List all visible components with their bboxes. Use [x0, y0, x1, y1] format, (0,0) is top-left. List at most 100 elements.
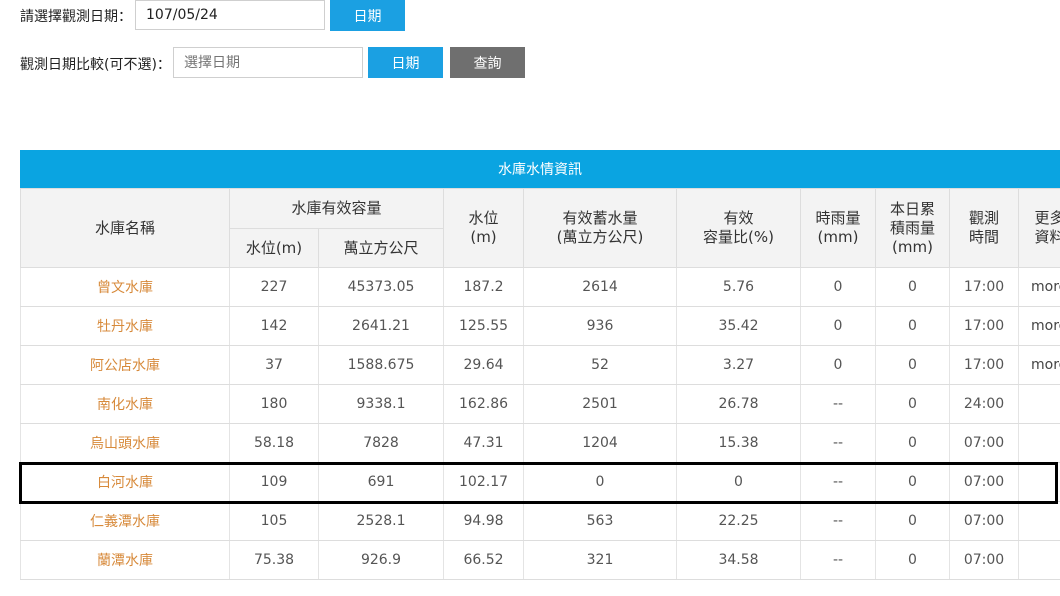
capacity-ratio-cell: 22.25: [676, 501, 802, 541]
header-hourly-rain: 時雨量 (mm): [800, 188, 877, 268]
water-level-cell: 187.2: [443, 267, 525, 307]
capacity-ratio-cell: 34.58: [676, 540, 802, 580]
daily-rain-cell: 0: [875, 345, 951, 385]
water-level-cell: 66.52: [443, 540, 525, 580]
more-link-cell: [1018, 501, 1060, 541]
reservoir-name-cell[interactable]: 阿公店水庫: [20, 345, 230, 385]
cap-level-cell: 180: [229, 384, 319, 424]
daily-rain-cell: 0: [875, 267, 951, 307]
water-level-cell: 102.17: [443, 462, 525, 502]
table-row: 仁義潭水庫 105 2528.1 94.98 563 22.25 -- 0 07:00: [20, 501, 1060, 541]
water-level-cell: 162.86: [443, 384, 525, 424]
storage-cell: 563: [523, 501, 678, 541]
date-picker-button[interactable]: 日期: [330, 0, 405, 31]
cap-volume-cell: 2528.1: [317, 501, 445, 541]
header-cap-level: 水位(m): [229, 228, 319, 268]
cap-volume-cell: 926.9: [317, 540, 445, 580]
daily-rain-cell: 0: [875, 540, 951, 580]
cap-volume-cell: 691: [317, 462, 445, 502]
hourly-rain-cell: 0: [800, 345, 877, 385]
water-level-cell: 125.55: [443, 306, 525, 346]
date-input[interactable]: [135, 0, 325, 30]
observe-time-cell: 17:00: [949, 306, 1020, 346]
cap-volume-cell: 7828: [317, 423, 445, 463]
table-row: 白河水庫 109 691 102.17 0 0 -- 0 07:00: [20, 462, 1060, 502]
capacity-ratio-cell: 26.78: [676, 384, 802, 424]
table-row: 牡丹水庫1422641.21125.5593635.420017:00more: [20, 306, 1060, 346]
cap-volume-cell: 2641.21: [317, 306, 445, 346]
hourly-rain-cell: 0: [800, 267, 877, 307]
more-link-cell[interactable]: more: [1018, 306, 1060, 346]
cap-volume-cell: 9338.1: [317, 384, 445, 424]
storage-cell: 321: [523, 540, 678, 580]
capacity-ratio-cell: 15.38: [676, 423, 802, 463]
storage-cell: 936: [523, 306, 678, 346]
date-label: 請選擇觀測日期：: [20, 9, 132, 25]
hourly-rain-cell: --: [800, 501, 877, 541]
table-row: 曾文水庫22745373.05187.226145.760017:00more: [20, 267, 1060, 307]
table-row: 烏山頭水庫 58.18 7828 47.31 1204 15.38 -- 0 07:00: [20, 423, 1060, 463]
reservoir-name-cell[interactable]: 白河水庫: [20, 462, 230, 502]
storage-cell: 52: [523, 345, 678, 385]
reservoir-name-cell[interactable]: 曾文水庫: [20, 267, 230, 307]
header-ratio: 有效 容量比(%): [676, 188, 802, 268]
observe-time-cell: 07:00: [949, 501, 1020, 541]
cap-level-cell: 109: [229, 462, 319, 502]
water-level-cell: 94.98: [443, 501, 525, 541]
cap-level-cell: 105: [229, 501, 319, 541]
more-link-cell: [1018, 462, 1060, 502]
reservoir-name-cell[interactable]: 仁義潭水庫: [20, 501, 230, 541]
more-link-cell: [1018, 423, 1060, 463]
compare-date-picker-button[interactable]: 日期: [368, 47, 443, 78]
observe-time-cell: 24:00: [949, 384, 1020, 424]
observe-time-cell: 07:00: [949, 423, 1020, 463]
reservoir-name-cell[interactable]: 南化水庫: [20, 384, 230, 424]
compare-date-input[interactable]: [173, 47, 363, 78]
cap-level-cell: 58.18: [229, 423, 319, 463]
cap-volume-cell: 1588.675: [317, 345, 445, 385]
header-time: 觀測 時間: [949, 188, 1020, 268]
daily-rain-cell: 0: [875, 306, 951, 346]
header-cap-volume: 萬立方公尺: [317, 228, 445, 268]
daily-rain-cell: 0: [875, 423, 951, 463]
cap-level-cell: 227: [229, 267, 319, 307]
storage-cell: 0: [523, 462, 678, 502]
hourly-rain-cell: --: [800, 540, 877, 580]
table-row: 南化水庫 180 9338.1 162.86 2501 26.78 -- 0 24:00: [20, 384, 1060, 424]
daily-rain-cell: 0: [875, 501, 951, 541]
header-more: 更多 資料: [1018, 188, 1060, 268]
cap-level-cell: 142: [229, 306, 319, 346]
hourly-rain-cell: --: [800, 384, 877, 424]
header-level: 水位 (m): [443, 188, 525, 268]
table-banner: 水庫水情資訊: [20, 150, 1060, 188]
header-storage: 有效蓄水量 (萬立方公尺): [523, 188, 678, 268]
cap-volume-cell: 45373.05: [317, 267, 445, 307]
more-link-cell[interactable]: more: [1018, 345, 1060, 385]
header-capacity-group: 水庫有效容量: [228, 188, 445, 229]
hourly-rain-cell: --: [800, 462, 877, 502]
reservoir-name-cell[interactable]: 烏山頭水庫: [20, 423, 230, 463]
daily-rain-cell: 0: [875, 462, 951, 502]
observe-time-cell: 17:00: [949, 345, 1020, 385]
more-link-cell: [1018, 540, 1060, 580]
cap-level-cell: 75.38: [229, 540, 319, 580]
header-daily-rain: 本日累 積雨量 (mm): [875, 188, 951, 268]
compare-date-label: 觀測日期比較(可不選)：: [20, 57, 171, 73]
water-level-cell: 29.64: [443, 345, 525, 385]
reservoir-name-cell[interactable]: 牡丹水庫: [20, 306, 230, 346]
observe-time-cell: 17:00: [949, 267, 1020, 307]
cap-level-cell: 37: [229, 345, 319, 385]
storage-cell: 2501: [523, 384, 678, 424]
daily-rain-cell: 0: [875, 384, 951, 424]
reservoir-table: 水庫水情資訊 水庫名稱 水庫有效容量 水位 (m) 有效蓄水量 (萬立方公尺) 有效…: [20, 150, 1060, 580]
observe-time-cell: 07:00: [949, 462, 1020, 502]
capacity-ratio-cell: 5.76: [676, 267, 802, 307]
capacity-ratio-cell: 0: [676, 462, 802, 502]
table-row: 阿公店水庫371588.67529.64523.270017:00more: [20, 345, 1060, 385]
hourly-rain-cell: --: [800, 423, 877, 463]
table-row: 蘭潭水庫 75.38 926.9 66.52 321 34.58 -- 0 07:00: [20, 540, 1060, 580]
more-link-cell[interactable]: more: [1018, 267, 1060, 307]
reservoir-name-cell[interactable]: 蘭潭水庫: [20, 540, 230, 580]
observe-time-cell: 07:00: [949, 540, 1020, 580]
query-button[interactable]: 查詢: [450, 47, 525, 78]
